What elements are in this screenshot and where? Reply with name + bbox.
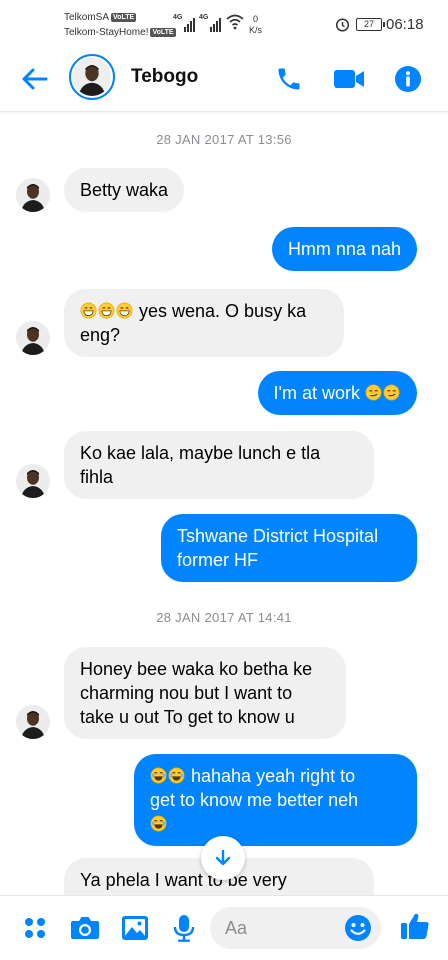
message-incoming[interactable]: Honey bee waka ko betha ke charming nou … (64, 647, 346, 739)
phone-icon[interactable] (272, 62, 306, 96)
alarm-icon (335, 18, 350, 32)
carrier-2: Telkom-StayHome! VoLTE (64, 27, 176, 38)
more-dots-icon[interactable] (20, 913, 50, 943)
chat-header: Tebogo (0, 48, 448, 112)
grinning-emoji (80, 301, 98, 321)
avatar[interactable] (16, 464, 50, 498)
back-arrow-icon[interactable] (20, 64, 50, 94)
volte-badge: VoLTE (111, 13, 137, 22)
avatar[interactable] (16, 321, 50, 355)
carrier-1: TelkomSA VoLTE (64, 12, 137, 23)
message-outgoing[interactable]: Tshwane District Hospital former HF (161, 514, 417, 582)
message-incoming[interactable]: yes wena. O busy ka eng? (64, 289, 344, 357)
signal-icon: 4G (173, 14, 196, 32)
camera-icon[interactable] (70, 913, 100, 943)
laughing-emoji (168, 766, 186, 786)
message-outgoing[interactable]: Hmm nna nah (271, 227, 417, 271)
avatar[interactable] (16, 178, 50, 212)
composer-bar (0, 895, 448, 960)
gallery-icon[interactable] (120, 913, 150, 943)
volte-badge: VoLTE (150, 28, 176, 37)
avatar[interactable] (16, 705, 50, 739)
contact-name[interactable]: Tebogo (131, 66, 198, 88)
message-incoming[interactable]: Ko kae lala, maybe lunch e tla fihla (64, 431, 374, 499)
message-outgoing[interactable]: hahaha yeah right to get to know me bett… (134, 754, 417, 846)
microphone-icon[interactable] (169, 913, 199, 943)
message-incoming[interactable]: Betty waka (64, 168, 185, 212)
info-icon[interactable] (391, 62, 425, 96)
battery-icon: 27 (356, 18, 385, 31)
laughing-emoji (150, 766, 168, 786)
grinning-emoji (98, 301, 116, 321)
arrow-down-icon (215, 849, 231, 866)
smirk-emoji (383, 383, 401, 403)
signal-icon: 4G (199, 14, 222, 32)
grinning-emoji (116, 301, 134, 321)
scroll-to-bottom-button[interactable] (201, 836, 245, 880)
smirk-emoji (365, 383, 383, 403)
status-bar: TelkomSA VoLTE Telkom-StayHome! VoLTE 4G 4… (0, 0, 448, 48)
message-outgoing[interactable]: I'm at work (257, 371, 417, 415)
contact-avatar[interactable] (69, 54, 115, 100)
video-camera-icon[interactable] (332, 62, 366, 96)
clock: 06:18 (386, 16, 424, 33)
conversation[interactable]: 28 JAN 2017 AT 13:56 Betty waka Hmm nna … (0, 113, 448, 895)
emoji-icon[interactable] (343, 913, 373, 943)
timestamp: 28 JAN 2017 AT 14:41 (156, 610, 292, 625)
network-speed: 0 K/s (249, 14, 263, 35)
laughing-emoji (150, 814, 168, 834)
thumbs-up-icon[interactable] (400, 911, 430, 941)
timestamp: 28 JAN 2017 AT 13:56 (156, 132, 292, 147)
wifi-icon (226, 14, 244, 30)
